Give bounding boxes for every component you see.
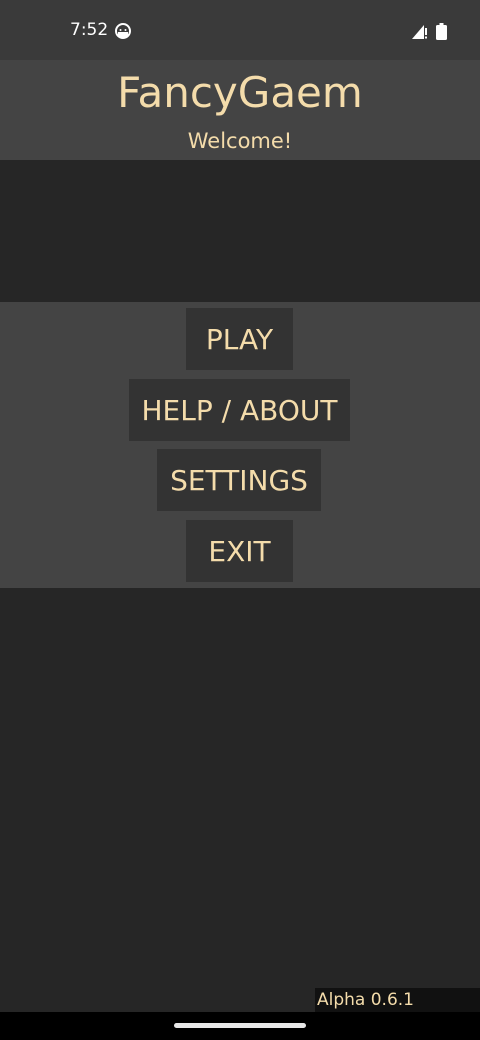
welcome-text: Welcome! xyxy=(187,129,293,153)
header: FancyGaem Welcome! xyxy=(0,60,480,160)
exit-button[interactable]: EXIT xyxy=(186,520,293,582)
settings-button[interactable]: SETTINGS xyxy=(157,449,321,511)
app-title: FancyGaem xyxy=(117,68,363,117)
battery-full-icon xyxy=(436,23,447,40)
home-gesture-handle[interactable] xyxy=(174,1023,306,1028)
status-bar: 7:52 xyxy=(0,0,480,60)
signal-no-data-icon xyxy=(412,25,427,39)
status-time: 7:52 xyxy=(70,20,109,40)
play-button[interactable]: PLAY xyxy=(186,308,293,370)
empty-panel xyxy=(0,160,480,302)
main-menu: PLAY HELP / ABOUT SETTINGS EXIT xyxy=(0,302,480,588)
android-head-icon xyxy=(115,23,131,39)
navigation-bar xyxy=(0,1012,480,1040)
help-about-button[interactable]: HELP / ABOUT xyxy=(129,379,350,441)
version-label: Alpha 0.6.1 (12.08.24) xyxy=(315,988,480,1034)
